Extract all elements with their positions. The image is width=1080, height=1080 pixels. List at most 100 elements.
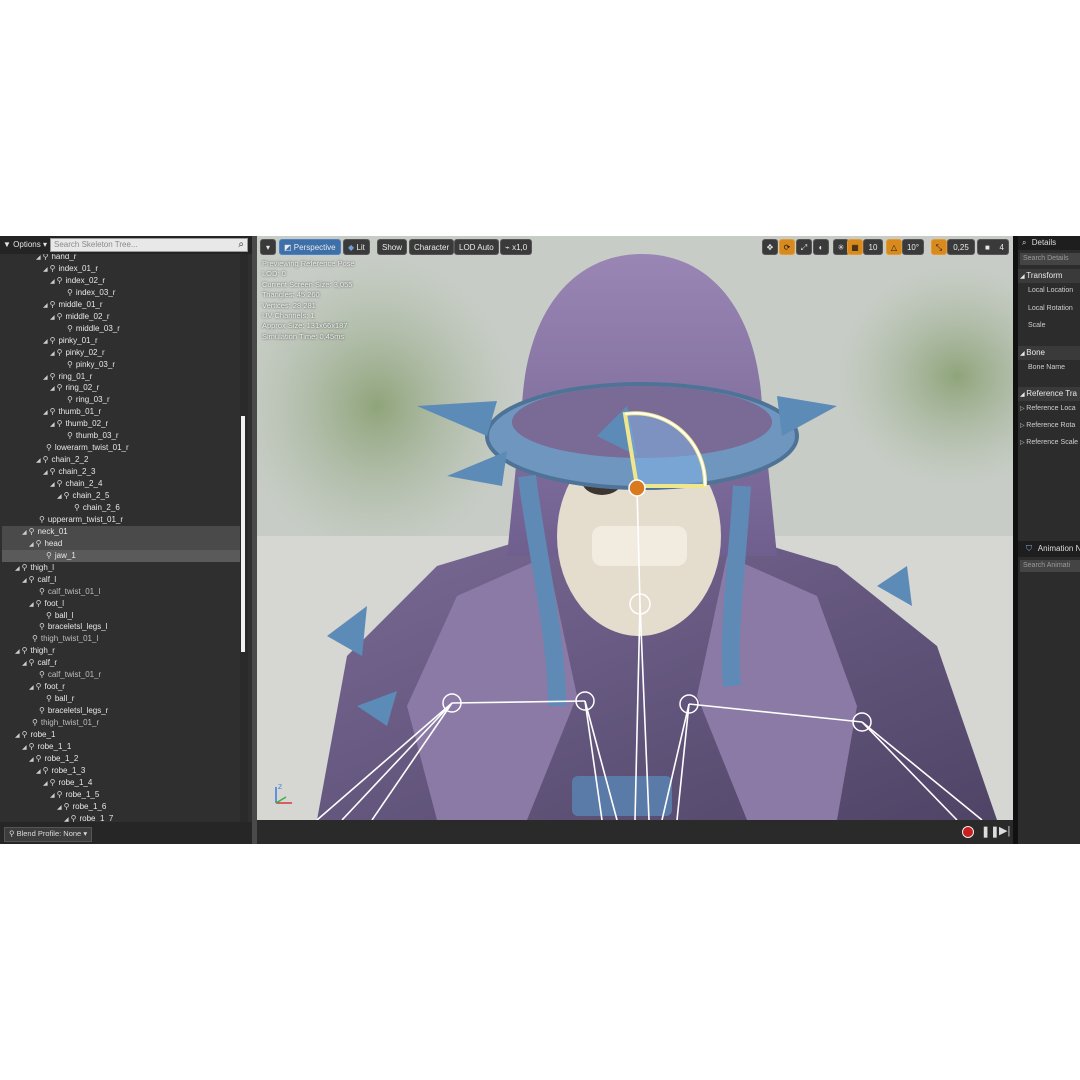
bone-tree-row[interactable]: ◢ ⚲ thigh_l: [2, 562, 240, 574]
tree-scrollbar-thumb[interactable]: [241, 416, 245, 652]
bone-tree-row[interactable]: ⚲ ball_l: [2, 610, 240, 622]
expand-arrow-icon[interactable]: ◢: [50, 351, 55, 357]
expand-arrow-icon[interactable]: ◢: [15, 566, 20, 572]
expand-arrow-icon[interactable]: ◢: [50, 422, 55, 428]
bone-tree-row[interactable]: ◢ ⚲ foot_r: [2, 681, 240, 693]
blend-profile-dropdown[interactable]: ⚲ Blend Profile: None ▾: [4, 827, 93, 842]
bone-tree-row[interactable]: ◢ ⚲ index_01_r: [2, 263, 240, 275]
scale-tool-icon[interactable]: ⤢: [796, 239, 812, 255]
bone-tree-row[interactable]: ◢ ⚲ robe_1_2: [2, 753, 240, 765]
expand-arrow-icon[interactable]: ◢: [36, 255, 41, 261]
bone-tree-row[interactable]: ⚲ middle_03_r: [2, 323, 240, 335]
expand-arrow-icon[interactable]: ◢: [22, 578, 27, 584]
camera-speed-button[interactable]: ■ 4: [977, 239, 1009, 255]
details-property-row[interactable]: ▷ Reference Scale: [1020, 439, 1078, 446]
grid-snap-value[interactable]: 10: [863, 239, 883, 255]
bone-tree-row[interactable]: ⚲ ring_03_r: [2, 394, 240, 406]
expand-arrow-icon[interactable]: ◢: [50, 315, 55, 321]
bone-tree-row[interactable]: ◢ ⚲ robe_1_7: [2, 813, 240, 822]
step-forward-icon[interactable]: ▶|: [999, 825, 1010, 837]
expand-arrow-icon[interactable]: ◢: [29, 757, 34, 763]
expand-arrow-icon[interactable]: ◢: [22, 661, 27, 667]
rotation-snap-icon[interactable]: △: [886, 239, 902, 255]
bone-tree-row[interactable]: ◢ ⚲ calf_l: [2, 574, 240, 586]
scale-snap-icon[interactable]: ⤡: [931, 239, 947, 255]
expand-arrow-icon[interactable]: ◢: [22, 745, 27, 751]
expand-arrow-icon[interactable]: ◢: [29, 542, 34, 548]
expand-arrow-icon[interactable]: ◢: [29, 602, 34, 608]
record-button[interactable]: [962, 826, 974, 838]
skeleton-search-input[interactable]: Search Skeleton Tree... ⌕: [50, 238, 248, 252]
bone-tree-row[interactable]: ⚲ jaw_1: [2, 549, 240, 562]
bone-tree-row[interactable]: ◢ ⚲ robe_1_5: [2, 789, 240, 801]
bone-tree-row[interactable]: ⚲ upperarm_twist_01_r: [2, 514, 240, 526]
bone-tree-row[interactable]: ⚲ index_03_r: [2, 287, 240, 299]
bone-tree-row[interactable]: ◢ ⚲ thumb_01_r: [2, 406, 240, 418]
expand-arrow-icon[interactable]: ◢: [15, 733, 20, 739]
expand-arrow-icon[interactable]: ◢: [57, 494, 62, 500]
preview-viewport[interactable]: ▾ ◩ Perspective ◆ Lit Show Character LOD…: [257, 236, 1013, 820]
expand-arrow-icon[interactable]: ◢: [43, 339, 48, 345]
details-property-row[interactable]: Bone Name: [1028, 364, 1065, 371]
bone-tree-row[interactable]: ◢ ⚲ chain_2_4: [2, 478, 240, 490]
bone-tree-row[interactable]: ◢ ⚲ pinky_01_r: [2, 335, 240, 347]
details-property-row[interactable]: ▷ Reference Loca: [1020, 405, 1076, 412]
bone-tree-row[interactable]: ◢ ⚲ pinky_02_r: [2, 347, 240, 359]
bone-tree-row[interactable]: ⚲ thigh_twist_01_r: [2, 717, 240, 729]
bone-tree-list[interactable]: ◢ ⚲ hand_r ◢ ⚲ index_01_r ◢ ⚲ index_02_r ⚲ index_0…: [0, 254, 240, 822]
scale-snap-value[interactable]: 0,25: [947, 239, 975, 255]
bone-tree-row[interactable]: ⚲ chain_2_6: [2, 502, 240, 514]
expand-arrow-icon[interactable]: ◢: [50, 386, 55, 392]
bone-tree-row[interactable]: ◢ ⚲ foot_l: [2, 598, 240, 610]
bone-tree-row[interactable]: ◢ ⚲ head: [2, 537, 240, 550]
translate-tool-icon[interactable]: ✥: [762, 239, 778, 255]
bone-tree-row[interactable]: ◢ ⚲ ring_02_r: [2, 382, 240, 394]
expand-arrow-icon[interactable]: ◢: [50, 793, 55, 799]
expand-arrow-icon[interactable]: ◢: [50, 482, 55, 488]
bone-tree-row[interactable]: ⚲ thumb_03_r: [2, 430, 240, 442]
search-icon[interactable]: ⌕: [238, 239, 244, 251]
expand-arrow-icon[interactable]: ◢: [57, 805, 62, 811]
details-property-row[interactable]: ▷ Reference Rota: [1020, 422, 1075, 429]
bone-tree-row[interactable]: ◢ ⚲ neck_01: [2, 525, 240, 538]
perspective-button[interactable]: ◩ Perspective: [279, 239, 341, 255]
expand-arrow-icon[interactable]: ◢: [43, 410, 48, 416]
expand-arrow-icon[interactable]: ◢: [36, 769, 41, 775]
bone-tree-row[interactable]: ◢ ⚲ chain_2_2: [2, 454, 240, 466]
bone-tree-row[interactable]: ◢ ⚲ index_02_r: [2, 275, 240, 287]
details-section-header[interactable]: ◢ Reference Tra: [1018, 387, 1080, 401]
rotate-tool-icon[interactable]: ⟳: [779, 239, 795, 255]
bone-tree-row[interactable]: ⚲ lowerarm_twist_01_r: [2, 442, 240, 454]
animation-tab[interactable]: ⛉ Animation N: [1018, 541, 1080, 557]
expand-arrow-icon[interactable]: ◢: [43, 303, 48, 309]
bone-tree-row[interactable]: ◢ ⚲ chain_2_5: [2, 490, 240, 502]
animation-search-input[interactable]: Search Animati: [1020, 560, 1080, 572]
bone-tree-row[interactable]: ⚲ ball_r: [2, 693, 240, 705]
bone-tree-row[interactable]: ◢ ⚲ robe_1_6: [2, 801, 240, 813]
details-tab[interactable]: ⌕ Details: [1018, 236, 1080, 250]
bone-tree-row[interactable]: ⚲ pinky_03_r: [2, 359, 240, 371]
expand-arrow-icon[interactable]: ◢: [22, 530, 27, 536]
show-button[interactable]: Show: [377, 239, 408, 255]
expand-arrow-icon[interactable]: ◢: [50, 279, 55, 285]
bone-joint-head[interactable]: [628, 479, 646, 497]
viewport-options-dropdown[interactable]: ▾: [260, 239, 276, 255]
expand-arrow-icon[interactable]: ◢: [43, 375, 48, 381]
bone-tree-row[interactable]: ⚲ calf_twist_01_r: [2, 669, 240, 681]
lit-button[interactable]: ◆ Lit: [343, 239, 370, 255]
bone-tree-row[interactable]: ◢ ⚲ calf_r: [2, 657, 240, 669]
bone-tree-row[interactable]: ◢ ⚲ robe_1_1: [2, 741, 240, 753]
details-section-header[interactable]: ◢ Transform: [1018, 269, 1080, 283]
bone-tree-row[interactable]: ◢ ⚲ robe_1_4: [2, 777, 240, 789]
bone-tree-row[interactable]: ⚲ calf_twist_01_l: [2, 586, 240, 598]
details-property-row[interactable]: Local Location: [1028, 287, 1073, 294]
playback-speed-button[interactable]: ⌁ x1,0: [500, 239, 533, 255]
bone-tree-row[interactable]: ◢ ⚲ robe_1_3: [2, 765, 240, 777]
expand-arrow-icon[interactable]: ◢: [43, 267, 48, 273]
lod-button[interactable]: LOD Auto: [454, 239, 499, 255]
expand-arrow-icon[interactable]: ◢: [36, 458, 41, 464]
bone-tree-row[interactable]: ⚲ thigh_twist_01_l: [2, 633, 240, 645]
bone-tree-row[interactable]: ⚲ braceletsl_legs_r: [2, 705, 240, 717]
bone-tree-row[interactable]: ◢ ⚲ middle_01_r: [2, 299, 240, 311]
expand-arrow-icon[interactable]: ◢: [43, 781, 48, 787]
